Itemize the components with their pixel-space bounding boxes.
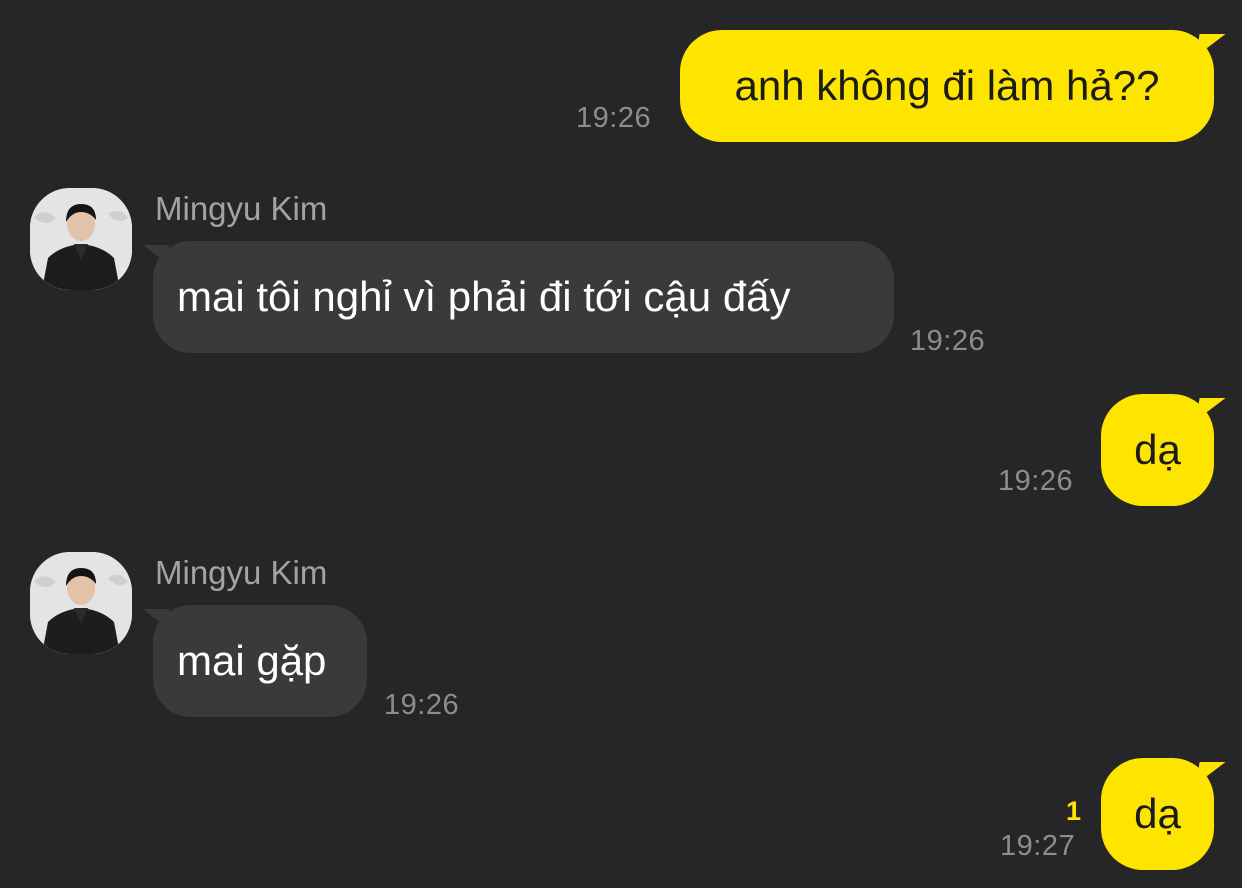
sender-avatar[interactable]	[30, 188, 132, 290]
incoming-message-bubble[interactable]: mai tôi nghỉ vì phải đi tới cậu đấy	[143, 241, 894, 353]
profile-photo-icon	[30, 188, 132, 290]
outgoing-message-bubble[interactable]: dạ	[1101, 758, 1214, 870]
message-text: mai gặp	[177, 637, 327, 684]
sender-avatar[interactable]	[30, 552, 132, 654]
profile-photo-icon	[30, 552, 132, 654]
message-text: dạ	[1134, 426, 1181, 473]
message-timestamp: 19:26	[384, 689, 460, 721]
message-timestamp: 19:26	[576, 102, 652, 134]
outgoing-message-bubble[interactable]: anh không đi làm hả??	[680, 30, 1214, 142]
unread-count-badge: 1	[1066, 796, 1082, 826]
incoming-message-bubble[interactable]: mai gặp	[143, 605, 367, 717]
message-text: dạ	[1134, 790, 1181, 837]
chat-thread: 19:26 anh không đi làm hả?? Mingyu Kim m…	[0, 0, 1242, 888]
message-text: anh không đi làm hả??	[734, 62, 1160, 109]
outgoing-message-bubble[interactable]: dạ	[1101, 394, 1214, 506]
message-text: mai tôi nghỉ vì phải đi tới cậu đấy	[177, 273, 791, 320]
sender-name: Mingyu Kim	[155, 190, 328, 227]
sender-name: Mingyu Kim	[155, 554, 328, 591]
message-timestamp: 19:26	[910, 325, 986, 357]
message-timestamp: 19:27	[1000, 830, 1076, 862]
message-timestamp: 19:26	[998, 465, 1074, 497]
